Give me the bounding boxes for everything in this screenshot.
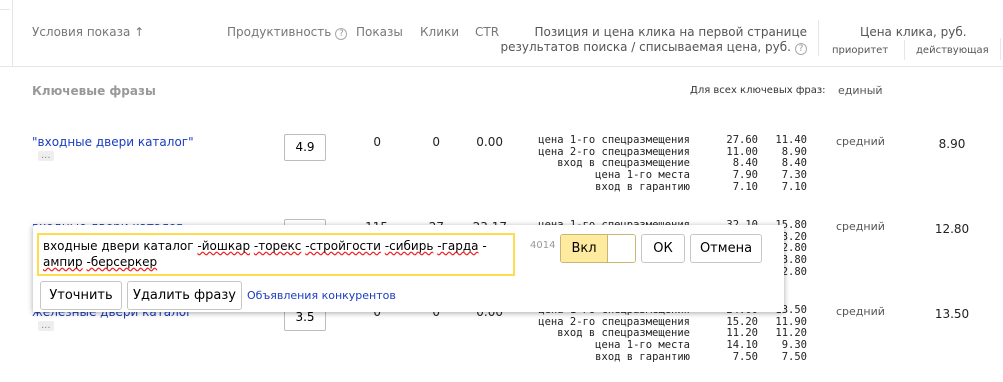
ok-button[interactable]: ОК [641, 234, 685, 263]
header-conditions-label: Условия показа [32, 25, 131, 39]
position-charge: 7.50 [781, 350, 807, 363]
toggle-on-label: Вкл [561, 235, 607, 262]
header-current: действующая [916, 45, 989, 56]
char-count: 4014 [530, 240, 556, 251]
minus-word: -берсеркер [86, 255, 158, 269]
position-bid[interactable]: 7.50 [703, 351, 758, 364]
shows-value: 0 [373, 135, 381, 149]
keyword-link[interactable]: "входные двери каталог" [32, 135, 194, 149]
position-charges: 13.50 11.90 11.20 9.30 7.50 [755, 304, 807, 364]
all-phrases-value[interactable]: единый [838, 84, 883, 97]
position-label: цена 1-го спецразмещения [538, 134, 690, 146]
delete-phrase-button[interactable]: Удалить фразу [127, 281, 242, 310]
priority-value[interactable]: средний [836, 220, 885, 233]
position-charge: 11.40 [775, 134, 807, 146]
header-ctr[interactable]: CTR [475, 25, 499, 39]
position-label: вход в гарантию [595, 350, 690, 363]
header-position-line1: Позиция и цена клика на первой странице [534, 25, 808, 39]
position-bid[interactable]: 27.60 [703, 134, 758, 147]
header-priority: приоритет [832, 45, 889, 56]
help-icon[interactable]: ? [335, 28, 348, 40]
competitors-ads-link[interactable]: Объявления конкурентов [247, 289, 396, 302]
minus-word: -стройгости [305, 239, 381, 253]
position-labels: цена 1-го спецразмещения цена 2-го спецр… [520, 304, 690, 364]
minus-word: -йошкар [197, 239, 251, 253]
cancel-button[interactable]: Отмена [690, 234, 762, 263]
current-price[interactable]: 13.50 [920, 307, 984, 321]
header-position-line2: результатов поиска / списываемая цена, р… [500, 40, 791, 54]
header-price-divider [818, 20, 819, 56]
minus-word: -гарда [437, 239, 479, 253]
position-labels: цена 1-го спецразмещения цена 2-го спецр… [520, 134, 690, 194]
header-price: Цена клика, руб. [860, 25, 967, 39]
phrase-text: входные двери каталог [43, 239, 198, 253]
minus-word: -торекс [253, 239, 302, 253]
all-phrases-label: Для всех ключевых фраз: [690, 85, 826, 96]
current-price[interactable]: 8.90 [920, 137, 984, 151]
header-position-line2-wrap: результатов поиска / списываемая цена, р… [500, 40, 807, 55]
refine-button[interactable]: Уточнить [40, 281, 122, 310]
header-divider [0, 66, 1003, 67]
priority-value[interactable]: средний [836, 305, 885, 318]
header-productivity: Продуктивность? [227, 25, 348, 40]
toggle-knob [607, 235, 635, 262]
position-bids: 27.60 11.00 8.40 7.90 7.10 [703, 134, 758, 194]
sort-arrow-icon: ↑ [134, 25, 145, 39]
header-right-divider [1000, 38, 1001, 60]
section-title: Ключевые фразы [32, 84, 156, 98]
header-conditions[interactable]: Условия показа ↑ [32, 25, 144, 39]
header-clicks[interactable]: Клики [420, 25, 459, 39]
header-price-sub-divider [904, 40, 905, 60]
position-bids: 24.00 15.20 11.20 14.10 7.50 [703, 304, 758, 364]
phrase-edit-field[interactable]: входные двери каталог -йошкар -торекс -с… [37, 233, 515, 276]
enable-toggle[interactable]: Вкл [560, 234, 636, 263]
more-dots-icon[interactable]: ... [38, 321, 54, 331]
position-label: вход в гарантию [595, 180, 690, 193]
more-dots-icon[interactable]: ... [38, 151, 54, 161]
phrase-edit-popup: входные двери каталог -йошкар -торекс -с… [33, 225, 784, 312]
header-top-divider [0, 9, 10, 10]
minus-word: -сибирь [384, 239, 434, 253]
productivity-badge[interactable]: 4.9 [284, 134, 326, 161]
position-charges: 11.40 8.90 8.40 7.30 7.10 [755, 134, 807, 194]
position-bid[interactable]: 7.10 [703, 181, 758, 194]
clicks-value: 0 [432, 135, 440, 149]
header-shows[interactable]: Показы [356, 25, 403, 39]
header-left-divider [12, 0, 13, 66]
priority-value[interactable]: средний [836, 135, 885, 148]
header-productivity-label: Продуктивность [227, 25, 332, 39]
help-icon[interactable]: ? [795, 43, 807, 55]
minus-word: ампир [43, 255, 83, 269]
ctr-value: 0.00 [476, 135, 503, 149]
header-position: Позиция и цена клика на первой странице … [500, 25, 807, 55]
position-charge: 7.10 [781, 180, 807, 193]
current-price[interactable]: 12.80 [920, 222, 984, 236]
